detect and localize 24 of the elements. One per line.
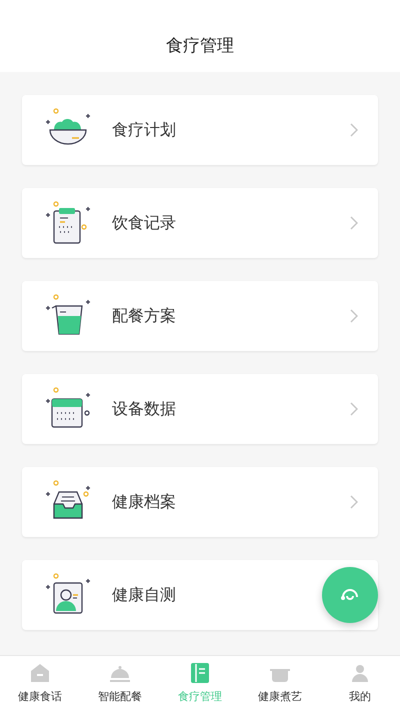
- notebook-icon: [188, 661, 212, 686]
- chevron-right-icon: [350, 495, 358, 509]
- menu-card[interactable]: 饮食记录: [22, 188, 378, 258]
- menu-label: 健康自测: [112, 584, 176, 606]
- menu-label: 设备数据: [112, 398, 176, 420]
- menu-card[interactable]: 配餐方案: [22, 281, 378, 351]
- menu-label: 配餐方案: [112, 305, 176, 327]
- menu-card[interactable]: 设备数据: [22, 374, 378, 444]
- menu-label: 健康档案: [112, 491, 176, 513]
- chevron-right-icon: [350, 309, 358, 323]
- customer-service-floating-button[interactable]: [322, 567, 378, 623]
- chevron-right-icon: [350, 216, 358, 230]
- chevron-right-icon: [350, 123, 358, 137]
- menu-card[interactable]: 健康自测: [22, 560, 378, 630]
- menu-card[interactable]: 健康档案: [22, 467, 378, 537]
- tab[interactable]: 健康煮艺: [240, 656, 320, 711]
- tab[interactable]: 健康食话: [0, 656, 80, 711]
- menu-card[interactable]: 食疗计划: [22, 95, 378, 165]
- menu-label: 食疗计划: [112, 119, 176, 141]
- page-title: 食疗管理: [166, 34, 234, 58]
- tab[interactable]: 我的: [320, 656, 400, 711]
- chevron-right-icon: [350, 402, 358, 416]
- tab[interactable]: 智能配餐: [80, 656, 160, 711]
- menu-label: 饮食记录: [112, 212, 176, 234]
